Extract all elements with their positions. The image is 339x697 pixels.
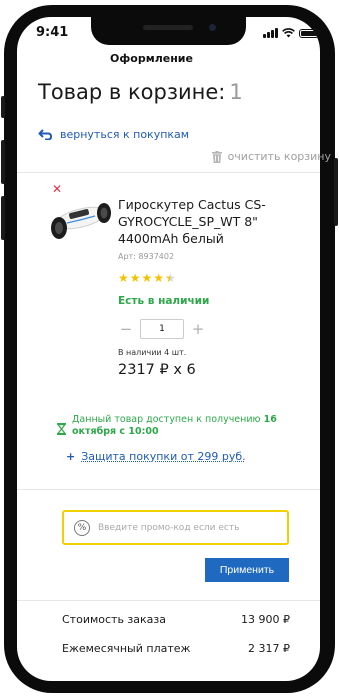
mute-switch <box>1 96 5 118</box>
cart-item-count: 1 <box>229 80 243 104</box>
wifi-icon <box>282 28 295 38</box>
star-icon: ★ <box>118 271 129 285</box>
divider <box>17 600 320 601</box>
speaker <box>143 25 193 30</box>
cart-heading: Товар в корзине: 1 <box>38 80 243 104</box>
undo-arrow-icon <box>38 129 53 140</box>
clear-cart-label: очистить корзину <box>227 150 331 163</box>
increase-quantity-button[interactable]: + <box>190 320 206 338</box>
decrease-quantity-button[interactable]: − <box>118 320 134 338</box>
hourglass-icon <box>57 423 66 435</box>
volume-down-button <box>1 196 5 240</box>
half-star-icon: ★ <box>165 271 176 285</box>
order-total-label: Стоимость заказа <box>62 613 166 626</box>
purchase-protection-link[interactable]: + Защита покупки от 299 руб. <box>66 450 246 463</box>
volume-up-button <box>1 140 5 184</box>
star-icon: ★ <box>153 271 165 285</box>
signal-icon <box>263 28 278 38</box>
delivery-info: Данный товар доступен к получению 16 окт… <box>72 414 292 438</box>
back-link-label: вернуться к покупкам <box>60 128 190 141</box>
quantity-input[interactable] <box>140 319 184 339</box>
trash-icon <box>211 150 222 163</box>
divider <box>17 489 320 490</box>
monthly-payment-label: Ежемесячный платеж <box>62 642 191 655</box>
promo-code-field[interactable]: % <box>62 510 289 545</box>
battery-icon <box>299 29 319 38</box>
star-icon: ★ <box>141 271 153 285</box>
monthly-payment-value: 2 317 ₽ <box>248 642 290 655</box>
plus-icon: + <box>66 450 76 463</box>
order-total-value: 13 900 ₽ <box>241 613 290 626</box>
divider <box>17 172 320 173</box>
promo-code-input[interactable] <box>98 522 268 533</box>
product-name-link[interactable]: Гироскутер Cactus CS-GYROCYCLE_SP_WT 8" … <box>118 196 308 247</box>
page-title: Оформление <box>110 52 193 65</box>
front-camera <box>209 24 216 31</box>
availability-status: Есть в наличии <box>118 295 210 307</box>
percent-icon: % <box>74 519 90 536</box>
monthly-payment-row: Ежемесячный платеж 2 317 ₽ <box>62 642 290 655</box>
delivery-text: Данный товар доступен к получению <box>72 414 261 425</box>
quantity-stepper: − + <box>118 319 206 339</box>
cart-heading-label: Товар в корзине: <box>38 80 226 104</box>
clear-cart-link[interactable]: очистить корзину <box>211 150 331 163</box>
back-to-shopping-link[interactable]: вернуться к покупкам <box>38 128 189 141</box>
product-image <box>51 203 111 239</box>
order-total-row: Стоимость заказа 13 900 ₽ <box>62 613 290 626</box>
status-icons <box>263 26 319 38</box>
protection-label: Защита покупки от 299 руб. <box>81 450 246 463</box>
status-time: 9:41 <box>36 25 69 40</box>
apply-promo-button[interactable]: Применить <box>205 558 289 582</box>
stock-count: В наличии 4 шт. <box>118 348 187 357</box>
price-per-unit: 2317 ₽ x 6 <box>118 362 196 378</box>
star-icon: ★ <box>129 271 141 285</box>
product-sku: Арт: 8937402 <box>118 252 175 261</box>
rating-stars: ★ ★ ★ ★ ★ <box>118 271 176 285</box>
notch <box>91 17 246 45</box>
power-button <box>334 158 338 226</box>
